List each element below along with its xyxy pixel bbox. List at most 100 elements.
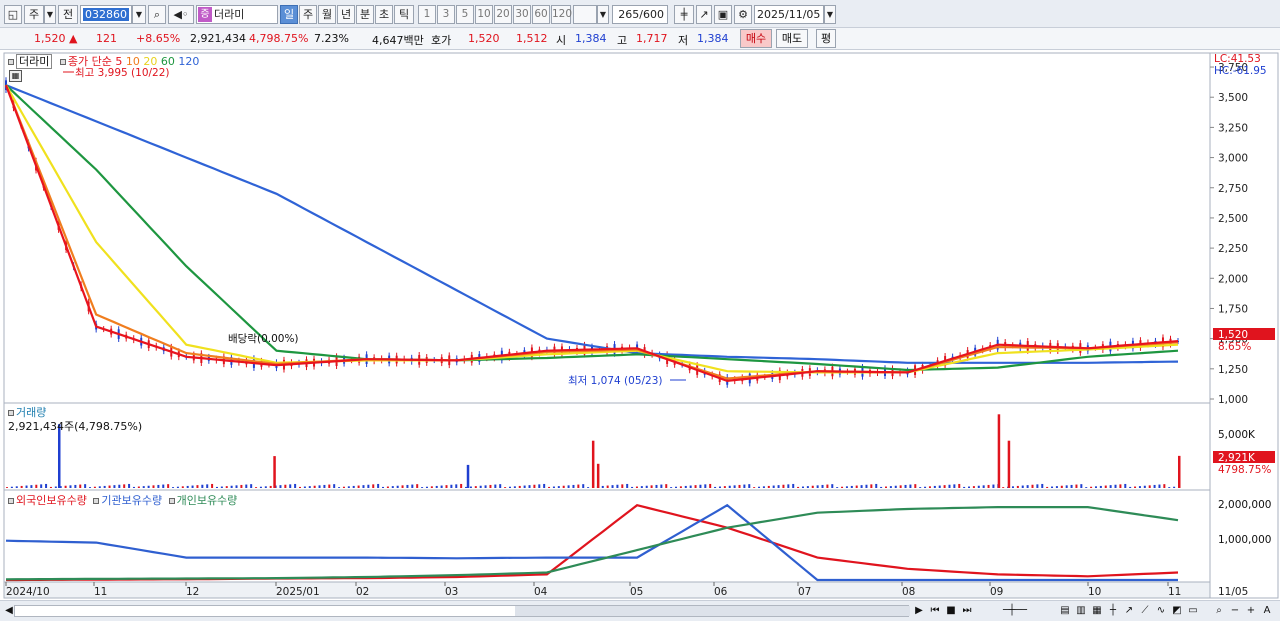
- interval-20[interactable]: 20: [494, 5, 512, 24]
- volume-panel-frame: [3, 402, 1211, 491]
- volume-bar: [845, 486, 848, 488]
- quote-bar: 1,520 ▲ 121 +8.65% 2,921,434 4,798.75% 7…: [0, 28, 1280, 50]
- volume-bar: [377, 483, 380, 488]
- speaker-icon[interactable]: ◀◦: [168, 5, 194, 24]
- bar-count-field[interactable]: 265/600: [612, 5, 668, 24]
- zoom-slider[interactable]: ─┼──: [980, 604, 1050, 618]
- volume-bar: [963, 486, 966, 488]
- grid-icon[interactable]: ▦: [1090, 604, 1104, 618]
- chart-canvas[interactable]: 3,7503,5003,2503,0002,7502,5002,2502,000…: [0, 51, 1280, 600]
- volume-bar: [1080, 484, 1083, 488]
- volume-bar: [372, 484, 375, 488]
- panel-toggle-icon[interactable]: [8, 59, 14, 65]
- search-icon[interactable]: ⌕: [148, 5, 166, 24]
- crosshair-icon[interactable]: ┼: [1106, 604, 1120, 618]
- candle-icon[interactable]: ╪: [674, 5, 694, 24]
- foreign-toggle-icon[interactable]: [8, 498, 14, 504]
- type2-select[interactable]: 전: [58, 5, 78, 24]
- volume-bar: [313, 485, 316, 488]
- period-tab-month[interactable]: 월: [318, 5, 336, 24]
- period-tab-tick[interactable]: 틱: [394, 5, 414, 24]
- volume-bar: [562, 485, 565, 488]
- code-dropdown-icon[interactable]: ▼: [132, 5, 146, 24]
- scroll-right-icon[interactable]: ▶: [912, 604, 926, 618]
- buy-button[interactable]: 매수: [740, 29, 772, 48]
- period-tab-week[interactable]: 주: [299, 5, 317, 24]
- layout-icon[interactable]: ◱: [4, 5, 22, 24]
- print-icon[interactable]: ▭: [1186, 604, 1200, 618]
- volume-toggle-icon[interactable]: [8, 410, 14, 416]
- volume-bar: [635, 486, 638, 488]
- date-input[interactable]: 2025/11/05: [754, 5, 824, 24]
- date-dropdown-icon[interactable]: ▼: [824, 5, 836, 24]
- ma-toggle-icon[interactable]: [59, 59, 66, 65]
- shape-icon[interactable]: ◩: [1170, 604, 1184, 618]
- volume-bar: [738, 484, 741, 488]
- measure-icon[interactable]: ⟋: [1138, 604, 1152, 618]
- scroll-thumb[interactable]: [515, 606, 910, 616]
- volume-bar: [342, 486, 345, 488]
- individual-toggle-icon[interactable]: [168, 498, 175, 504]
- zoom-out-icon[interactable]: −: [1228, 604, 1242, 618]
- volume-bar: [201, 484, 204, 488]
- interval-3[interactable]: 3: [437, 5, 455, 24]
- interval-10[interactable]: 10: [475, 5, 493, 24]
- interval-120[interactable]: 120: [551, 5, 572, 24]
- volume-spike-bar: [997, 414, 1001, 488]
- volume-bar: [123, 484, 126, 488]
- volume-bar: [279, 485, 282, 488]
- x-tick-label: 04: [534, 586, 548, 598]
- gear-icon[interactable]: ⚙: [734, 5, 752, 24]
- stock-code-input[interactable]: 032860: [80, 5, 132, 24]
- stop-icon[interactable]: ■: [944, 604, 958, 618]
- interval-dropdown-icon[interactable]: ▼: [597, 5, 609, 24]
- magnify-icon[interactable]: ⌕: [1212, 604, 1226, 618]
- volume-tag: 2,921K: [1218, 452, 1256, 464]
- table-icon[interactable]: ▦: [9, 70, 22, 82]
- stock-name-field[interactable]: 증 더라미: [196, 5, 278, 24]
- interval-1[interactable]: 1: [418, 5, 436, 24]
- change-pct: +8.65%: [136, 32, 181, 45]
- period-tab-second[interactable]: 초: [375, 5, 393, 24]
- open-price: 1,384: [575, 32, 607, 45]
- volume-bar: [972, 486, 975, 488]
- volume-pct-tag: 4798.75%: [1218, 464, 1271, 476]
- ma-20: 20: [143, 55, 158, 68]
- interval-60[interactable]: 60: [532, 5, 550, 24]
- sell-button[interactable]: 매도: [776, 29, 808, 48]
- zoom-in-icon[interactable]: +: [1244, 604, 1258, 618]
- eval-button[interactable]: 평: [816, 29, 836, 48]
- volume-bar: [928, 486, 931, 488]
- volume-bar: [665, 484, 668, 488]
- institution-toggle-icon[interactable]: [93, 498, 100, 504]
- period-tab-day[interactable]: 일: [280, 5, 298, 24]
- period-tab-year[interactable]: 년: [337, 5, 355, 24]
- font-size-icon[interactable]: A: [1260, 604, 1274, 618]
- type-select[interactable]: 주: [24, 5, 44, 24]
- volume-bar: [474, 486, 477, 488]
- volume-bar: [1094, 486, 1097, 488]
- rewind-icon[interactable]: ⏮: [928, 604, 942, 618]
- interval-30[interactable]: 30: [513, 5, 531, 24]
- compare-icon[interactable]: ▥: [1074, 604, 1088, 618]
- save-icon[interactable]: ▣: [714, 5, 732, 24]
- trend-icon[interactable]: ↗: [1122, 604, 1136, 618]
- chart-type-icon[interactable]: ▤: [1058, 604, 1072, 618]
- volume-bar: [723, 486, 726, 488]
- scroll-track[interactable]: [14, 605, 910, 617]
- draw-tool-icon[interactable]: ↗: [696, 5, 712, 24]
- bid-price: 1,512: [516, 32, 548, 45]
- volume-bar: [714, 486, 717, 488]
- interval-input[interactable]: [573, 5, 597, 24]
- type-dropdown-icon[interactable]: ▼: [44, 5, 56, 24]
- chart-area[interactable]: 3,750 3,500 3,250 3,000 2,750 2,500 2,250 2,000…: [0, 51, 1280, 600]
- ma-5: 5: [115, 55, 123, 68]
- interval-5[interactable]: 5: [456, 5, 474, 24]
- price-change: 121: [96, 32, 117, 45]
- forward-icon[interactable]: ⏭: [960, 604, 974, 618]
- period-tab-minute[interactable]: 분: [356, 5, 374, 24]
- volume-bar: [1134, 486, 1137, 488]
- volume-bar: [1070, 484, 1073, 488]
- volume-bar: [69, 485, 72, 488]
- wave-icon[interactable]: ∿: [1154, 604, 1168, 618]
